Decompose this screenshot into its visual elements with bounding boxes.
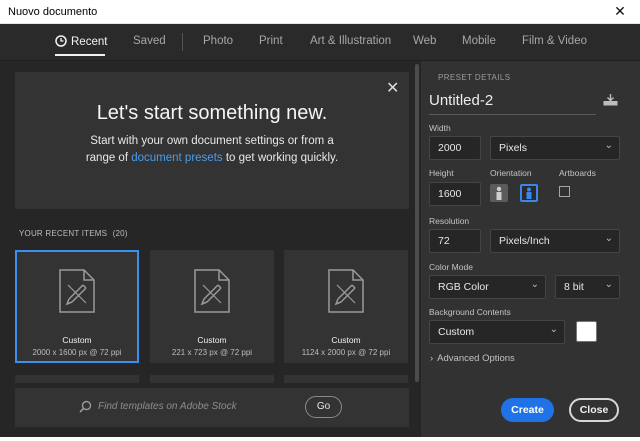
width-input[interactable]: 2000 [429,136,481,160]
recent-item-card[interactable]: Custom 1124 x 2000 px @ 72 ppi [284,250,408,363]
recent-item-name: Custom [331,335,361,345]
document-name-input[interactable]: Untitled-2 [429,92,493,109]
landscape-icon [526,187,532,199]
advanced-options-toggle[interactable]: › Advanced Options [430,353,515,364]
document-icon [328,269,364,313]
recent-item-name: Custom [62,335,92,345]
window-titlebar: Nuovo documento ✕ [0,0,640,24]
document-name-underline [429,114,596,115]
welcome-title: Let's start something new. [96,102,328,124]
recent-scrollbar[interactable] [415,64,419,382]
tab-recent[interactable]: Recent [55,35,107,48]
tab-print[interactable]: Print [259,35,283,47]
tab-art-illustration[interactable]: Art & Illustration [310,35,391,47]
recent-items-count: (20) [112,229,128,238]
chevron-down-icon: ⌄ [604,140,613,151]
recent-item-size: 221 x 723 px @ 72 ppi [171,348,253,357]
welcome-text-after: to get working quickly. [225,152,339,164]
welcome-banner: Let's start something new. Start with yo… [15,72,409,209]
document-presets-link[interactable]: document presets [131,152,222,164]
chevron-down-icon: ⌄ [549,324,558,335]
width-unit-value: Pixels [499,142,528,154]
close-button[interactable]: Close [569,398,619,422]
height-input[interactable]: 1600 [429,182,481,206]
preset-details-title: PRESET DETAILS [438,73,511,82]
recent-items-label: YOUR RECENT ITEMS [19,229,108,238]
color-mode-select[interactable]: RGB Color ⌄ [429,275,546,299]
resolution-input[interactable]: 72 [429,229,481,253]
tab-web[interactable]: Web [413,35,436,47]
chevron-down-icon: ⌄ [604,233,613,244]
tab-saved[interactable]: Saved [133,35,166,47]
background-contents-label: Background Contents [429,307,511,317]
chevron-down-icon: ⌄ [530,279,539,290]
resolution-label: Resolution [429,216,470,226]
resolution-unit-select[interactable]: Pixels/Inch ⌄ [490,229,620,253]
window-close-button[interactable]: ✕ [600,0,640,24]
welcome-text: Start with your own document settings or… [85,133,339,167]
orientation-label: Orientation [490,168,532,178]
document-icon [59,269,95,313]
tab-film-video[interactable]: Film & Video [522,35,587,47]
width-label: Width [429,123,451,133]
window-bottom-edge [0,437,640,441]
recent-item-size: 2000 x 1600 px @ 72 ppi [32,348,122,357]
recent-item-card-partial[interactable] [15,375,139,383]
bit-depth-select[interactable]: 8 bit ⌄ [555,275,620,299]
clock-icon [55,35,67,47]
chevron-down-icon: ⌄ [604,279,613,290]
recent-item-size: 1124 x 2000 px @ 72 ppi [301,348,391,357]
banner-close-button[interactable]: ✕ [386,78,399,98]
active-tab-indicator [55,54,105,56]
resolution-unit-value: Pixels/Inch [499,235,550,247]
search-icon [79,400,92,413]
document-icon [194,269,230,313]
stock-search-bar: Find templates on Adobe Stock Go [15,388,409,427]
bit-depth-value: 8 bit [564,281,584,293]
artboards-checkbox[interactable] [559,186,570,197]
artboards-label: Artboards [559,168,596,178]
category-nav: Recent Saved Photo Print Art & Illustrat… [0,24,640,61]
recent-items-header: YOUR RECENT ITEMS (20) [19,229,128,238]
tab-mobile[interactable]: Mobile [462,35,496,47]
background-contents-select[interactable]: Custom ⌄ [429,320,565,344]
nav-divider [182,33,183,51]
height-label: Height [429,168,454,178]
go-button[interactable]: Go [305,396,342,418]
recent-item-card-partial[interactable] [150,375,274,383]
recent-item-card[interactable]: Custom 2000 x 1600 px @ 72 ppi [15,250,139,363]
background-color-swatch[interactable] [576,321,597,342]
tab-photo[interactable]: Photo [203,35,233,47]
stock-search-input[interactable]: Find templates on Adobe Stock [98,401,237,412]
advanced-options-label: Advanced Options [437,353,515,364]
recent-item-card-partial[interactable] [284,375,408,383]
recent-item-card[interactable]: Custom 221 x 723 px @ 72 ppi [150,250,274,363]
portrait-icon [496,186,502,200]
color-mode-label: Color Mode [429,262,473,272]
recent-item-name: Custom [197,335,227,345]
portrait-orientation-button[interactable] [490,184,508,202]
window-title: Nuovo documento [8,6,98,18]
chevron-right-icon: › [430,353,434,364]
create-button[interactable]: Create [501,398,554,422]
width-unit-select[interactable]: Pixels ⌄ [490,136,620,160]
landscape-orientation-button[interactable] [520,184,538,202]
tab-recent-label: Recent [71,36,108,48]
save-preset-icon[interactable] [603,94,618,106]
color-mode-value: RGB Color [438,281,489,293]
background-contents-value: Custom [438,326,475,338]
